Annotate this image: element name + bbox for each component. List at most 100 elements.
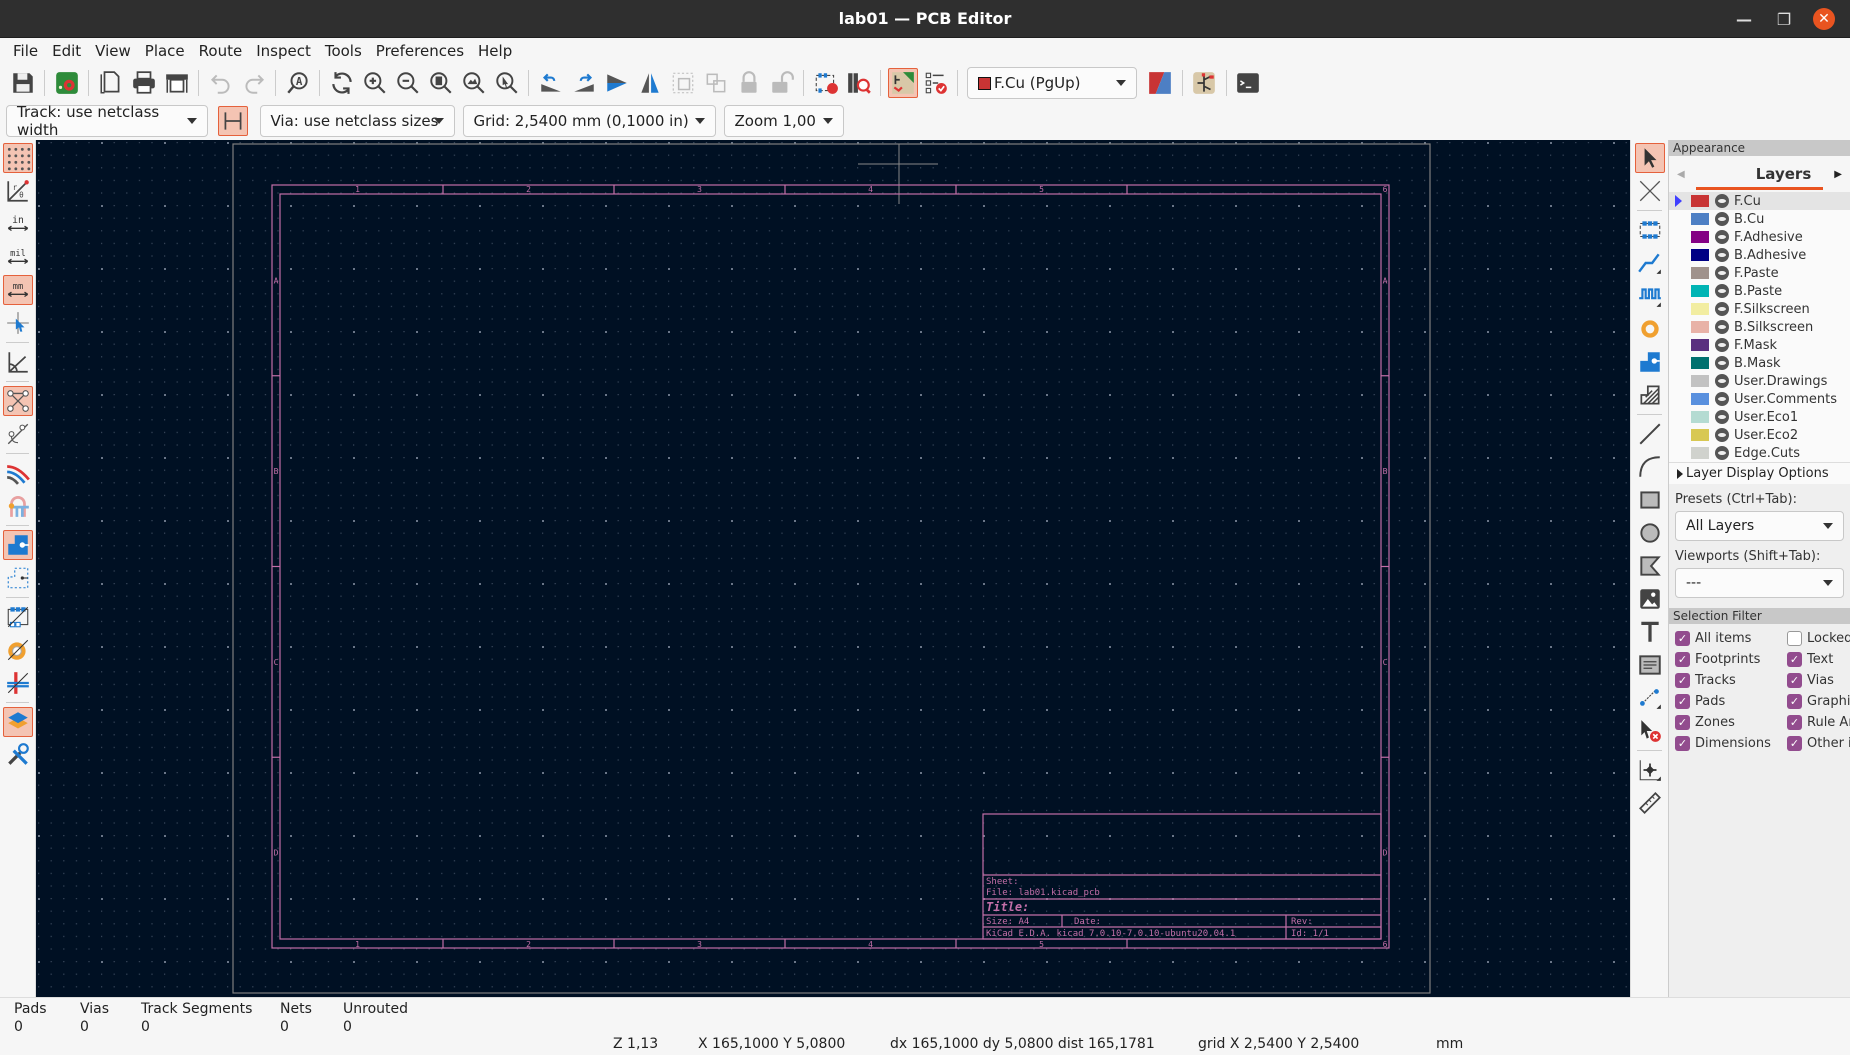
select-tool[interactable] (1635, 143, 1665, 173)
filter-graphics[interactable]: ✓ Graphics (1787, 693, 1850, 710)
angle-45-button[interactable] (3, 347, 33, 377)
layer-color-swatch[interactable] (1691, 357, 1709, 369)
layer-display-options-toggle[interactable]: Layer Display Options (1669, 462, 1850, 484)
checkbox-checked-icon[interactable]: ✓ (1675, 673, 1690, 688)
menu-help[interactable]: Help (471, 42, 519, 60)
restore-button[interactable]: ❐ (1764, 0, 1804, 38)
layer-color-swatch[interactable] (1691, 231, 1709, 243)
zoom-in-button[interactable] (360, 68, 390, 98)
layer-color-swatch[interactable] (1691, 213, 1709, 225)
tab-scroll-right[interactable]: ▶ (1834, 169, 1842, 180)
eye-icon[interactable] (1715, 320, 1729, 334)
via-filled-button[interactable] (3, 668, 33, 698)
scripting-console-button[interactable] (1233, 68, 1263, 98)
filter-footprints[interactable]: ✓ Footprints (1675, 651, 1787, 668)
full-crosshair-button[interactable] (3, 308, 33, 338)
via-size-select[interactable]: Via: use netclass sizes (259, 105, 455, 137)
measure-tool[interactable] (1635, 788, 1665, 818)
layer-row[interactable]: Edge.Cuts (1669, 444, 1850, 462)
checkbox-checked-icon[interactable]: ✓ (1675, 631, 1690, 646)
show-track-pads-button[interactable] (3, 491, 33, 521)
layer-color-swatch[interactable] (1691, 393, 1709, 405)
auto-track-width-button[interactable] (217, 106, 248, 136)
undo-button[interactable] (206, 68, 236, 98)
footprint-filled-button[interactable] (3, 602, 33, 632)
filter-other-items[interactable]: ✓ Other items (1787, 735, 1850, 752)
tab-scroll-left[interactable]: ◀ (1677, 169, 1685, 180)
eye-icon[interactable] (1715, 374, 1729, 388)
filter-text[interactable]: ✓ Text (1787, 651, 1850, 668)
delete-tool[interactable] (1635, 716, 1665, 746)
layer-color-swatch[interactable] (1691, 339, 1709, 351)
draw-arc-tool[interactable] (1635, 452, 1665, 482)
layer-row[interactable]: User.Eco2 (1669, 426, 1850, 444)
filter-zones[interactable]: ✓ Zones (1675, 714, 1787, 731)
filter-locked[interactable]: Locked (1787, 630, 1850, 647)
layer-pair-button[interactable] (1145, 68, 1175, 98)
curved-ratsnest-button[interactable] (3, 419, 33, 449)
layer-row[interactable]: F.Silkscreen (1669, 300, 1850, 318)
high-contrast-button[interactable] (3, 707, 33, 737)
add-text-tool[interactable] (1635, 617, 1665, 647)
checkbox-checked-icon[interactable]: ✓ (1675, 694, 1690, 709)
local-ratsnest-tool[interactable] (1635, 176, 1665, 206)
highlight-net-tracks-button[interactable] (3, 458, 33, 488)
viewports-select[interactable]: --- (1675, 568, 1844, 598)
layer-row[interactable]: User.Eco1 (1669, 408, 1850, 426)
add-via-tool[interactable] (1635, 314, 1665, 344)
redo-button[interactable] (239, 68, 269, 98)
layer-color-swatch[interactable] (1691, 447, 1709, 459)
layer-color-swatch[interactable] (1691, 267, 1709, 279)
active-layer-select[interactable]: F.Cu (PgUp) (967, 67, 1137, 99)
flip-button[interactable] (602, 68, 632, 98)
checkbox-checked-icon[interactable]: ✓ (1787, 715, 1802, 730)
group-button[interactable] (668, 68, 698, 98)
fill-zones-button[interactable] (3, 530, 33, 560)
layer-color-swatch[interactable] (1691, 303, 1709, 315)
redraw-button[interactable] (327, 68, 357, 98)
eye-icon[interactable] (1715, 338, 1729, 352)
layer-row[interactable]: B.Adhesive (1669, 246, 1850, 264)
minimize-button[interactable]: — (1724, 0, 1764, 38)
menu-preferences[interactable]: Preferences (369, 42, 471, 60)
checkbox-checked-icon[interactable]: ✓ (1675, 736, 1690, 751)
zoom-selection-button[interactable] (492, 68, 522, 98)
find-button[interactable]: A (283, 68, 313, 98)
layer-color-swatch[interactable] (1691, 429, 1709, 441)
rotate-cw-button[interactable] (569, 68, 599, 98)
eye-icon[interactable] (1715, 428, 1729, 442)
layer-row[interactable]: B.Cu (1669, 210, 1850, 228)
mirror-button[interactable] (635, 68, 665, 98)
menu-route[interactable]: Route (192, 42, 250, 60)
checkbox-checked-icon[interactable]: ✓ (1675, 652, 1690, 667)
drc-button[interactable] (921, 68, 951, 98)
save-button[interactable] (8, 68, 38, 98)
add-zone-tool[interactable] (1635, 347, 1665, 377)
eye-icon[interactable] (1715, 212, 1729, 226)
draw-line-tool[interactable] (1635, 419, 1665, 449)
layer-color-swatch[interactable] (1691, 285, 1709, 297)
footprint-editor-button[interactable] (811, 68, 841, 98)
unlock-button[interactable] (767, 68, 797, 98)
checkbox-checked-icon[interactable]: ✓ (1787, 736, 1802, 751)
add-image-tool[interactable] (1635, 584, 1665, 614)
layer-color-swatch[interactable] (1691, 411, 1709, 423)
zoom-objects-button[interactable] (459, 68, 489, 98)
checkbox-unchecked-icon[interactable] (1787, 631, 1802, 646)
eye-icon[interactable] (1715, 266, 1729, 280)
zoom-fit-button[interactable] (426, 68, 456, 98)
filter-all-items[interactable]: ✓ All items (1675, 630, 1787, 647)
draw-circle-tool[interactable] (1635, 518, 1665, 548)
set-origin-tool[interactable] (1635, 755, 1665, 785)
constraints-button[interactable] (3, 740, 33, 770)
eye-icon[interactable] (1715, 410, 1729, 424)
layer-color-swatch[interactable] (1691, 195, 1709, 207)
ratsnest-button[interactable] (3, 386, 33, 416)
ungroup-button[interactable] (701, 68, 731, 98)
eye-icon[interactable] (1715, 356, 1729, 370)
filter-vias[interactable]: ✓ Vias (1787, 672, 1850, 689)
add-dimension-tool[interactable] (1635, 683, 1665, 713)
eye-icon[interactable] (1715, 446, 1729, 460)
menu-tools[interactable]: Tools (318, 42, 369, 60)
layer-color-swatch[interactable] (1691, 249, 1709, 261)
